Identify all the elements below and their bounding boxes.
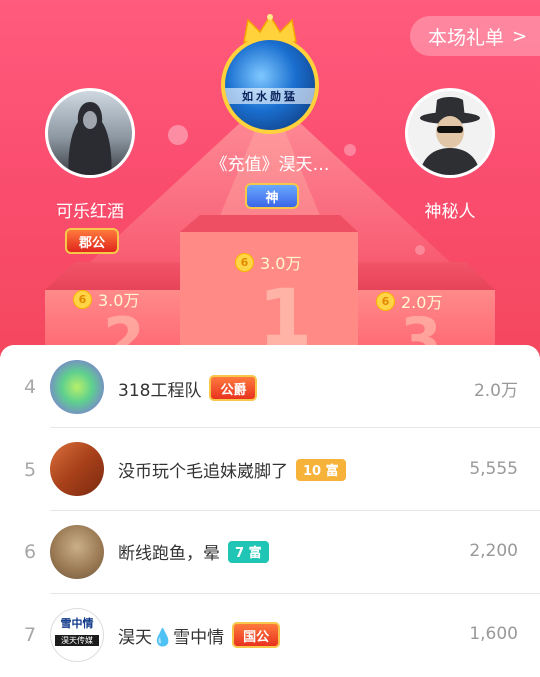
avatar[interactable] [50,360,104,414]
user-name: 淏天💧雪中情 [118,627,225,648]
list-item[interactable]: 4 318工程队 公爵 2.0万 [0,345,540,428]
avatar-text-top: 雪中情 [60,617,94,630]
first-place-avatar-text: 如水勋猛 [225,88,315,104]
user-name-group: 没币玩个毛追妹崴脚了 10 富 [118,457,346,482]
third-place-score: 6 2.0万 [376,289,442,313]
user-name: 没币玩个毛追妹崴脚了 [118,462,288,482]
list-item[interactable]: 5 没币玩个毛追妹崴脚了 10 富 5,555 [0,428,540,511]
coin-icon: 6 [235,252,254,272]
gift-list-label: 本场礼单 [428,26,505,49]
rank-badge: 国公 [232,622,281,648]
rank-number: 5 [23,459,37,481]
avatar-text-bottom: 淏天传媒 [55,635,99,646]
list-item[interactable]: 6 断线跑鱼，晕 7 富 2,200 [0,511,540,594]
top-three-stage: 1 2 3 本场礼单 > 如水勋猛 《充值》淏天… 神 6 3.0万 可乐红酒 … [0,0,540,360]
avatar[interactable] [50,525,104,579]
wealth-level-badge: 7 富 [228,540,269,563]
first-place-score-value: 3.0万 [260,254,302,273]
third-place-avatar[interactable] [405,88,495,178]
second-place-badge: 郡公 [65,228,119,254]
first-place-score: 6 3.0万 [235,250,301,274]
first-place-badge-label: 神 [265,190,279,206]
third-place-score-value: 2.0万 [401,293,443,312]
first-place-avatar[interactable]: 如水勋猛 [221,36,319,134]
user-name-group: 318工程队 公爵 [118,375,258,401]
user-name: 318工程队 [118,380,202,401]
contribution-value: 2.0万 [473,381,518,401]
third-place-name: 神秘人 [424,202,476,222]
coin-icon: 6 [376,291,395,311]
rank-badge: 公爵 [209,375,258,401]
second-place-score: 6 3.0万 [73,287,139,311]
rank-number: 6 [23,541,37,563]
chevron-right-icon: > [512,25,528,47]
ranking-list: 4 318工程队 公爵 2.0万 5 没币玩个毛追妹崴脚了 10 富 5,555… [0,345,540,665]
first-place-badge: 神 [245,183,299,209]
list-item[interactable]: 7 雪中情 淏天传媒 淏天💧雪中情 国公 1,600 [0,594,540,677]
rank-number: 4 [23,376,37,398]
second-place-badge-label: 郡公 [78,235,105,251]
contribution-value: 5,555 [469,459,518,479]
second-place-score-value: 3.0万 [98,291,140,310]
second-place-name: 可乐红酒 [56,202,124,222]
rank-number: 7 [23,624,37,646]
second-place-avatar[interactable] [45,88,135,178]
avatar[interactable] [50,442,104,496]
user-name: 断线跑鱼，晕 [118,544,220,564]
user-name-group: 淏天💧雪中情 国公 [118,622,281,648]
contribution-value: 2,200 [469,541,518,561]
user-name-group: 断线跑鱼，晕 7 富 [118,539,269,564]
contribution-value: 1,600 [469,624,518,644]
first-place-name: 《充值》淏天… [210,155,330,175]
avatar[interactable]: 雪中情 淏天传媒 [50,608,104,662]
coin-icon: 6 [73,289,92,309]
wealth-level-badge: 10 富 [296,458,346,481]
gift-list-button[interactable]: 本场礼单 > [410,16,540,56]
